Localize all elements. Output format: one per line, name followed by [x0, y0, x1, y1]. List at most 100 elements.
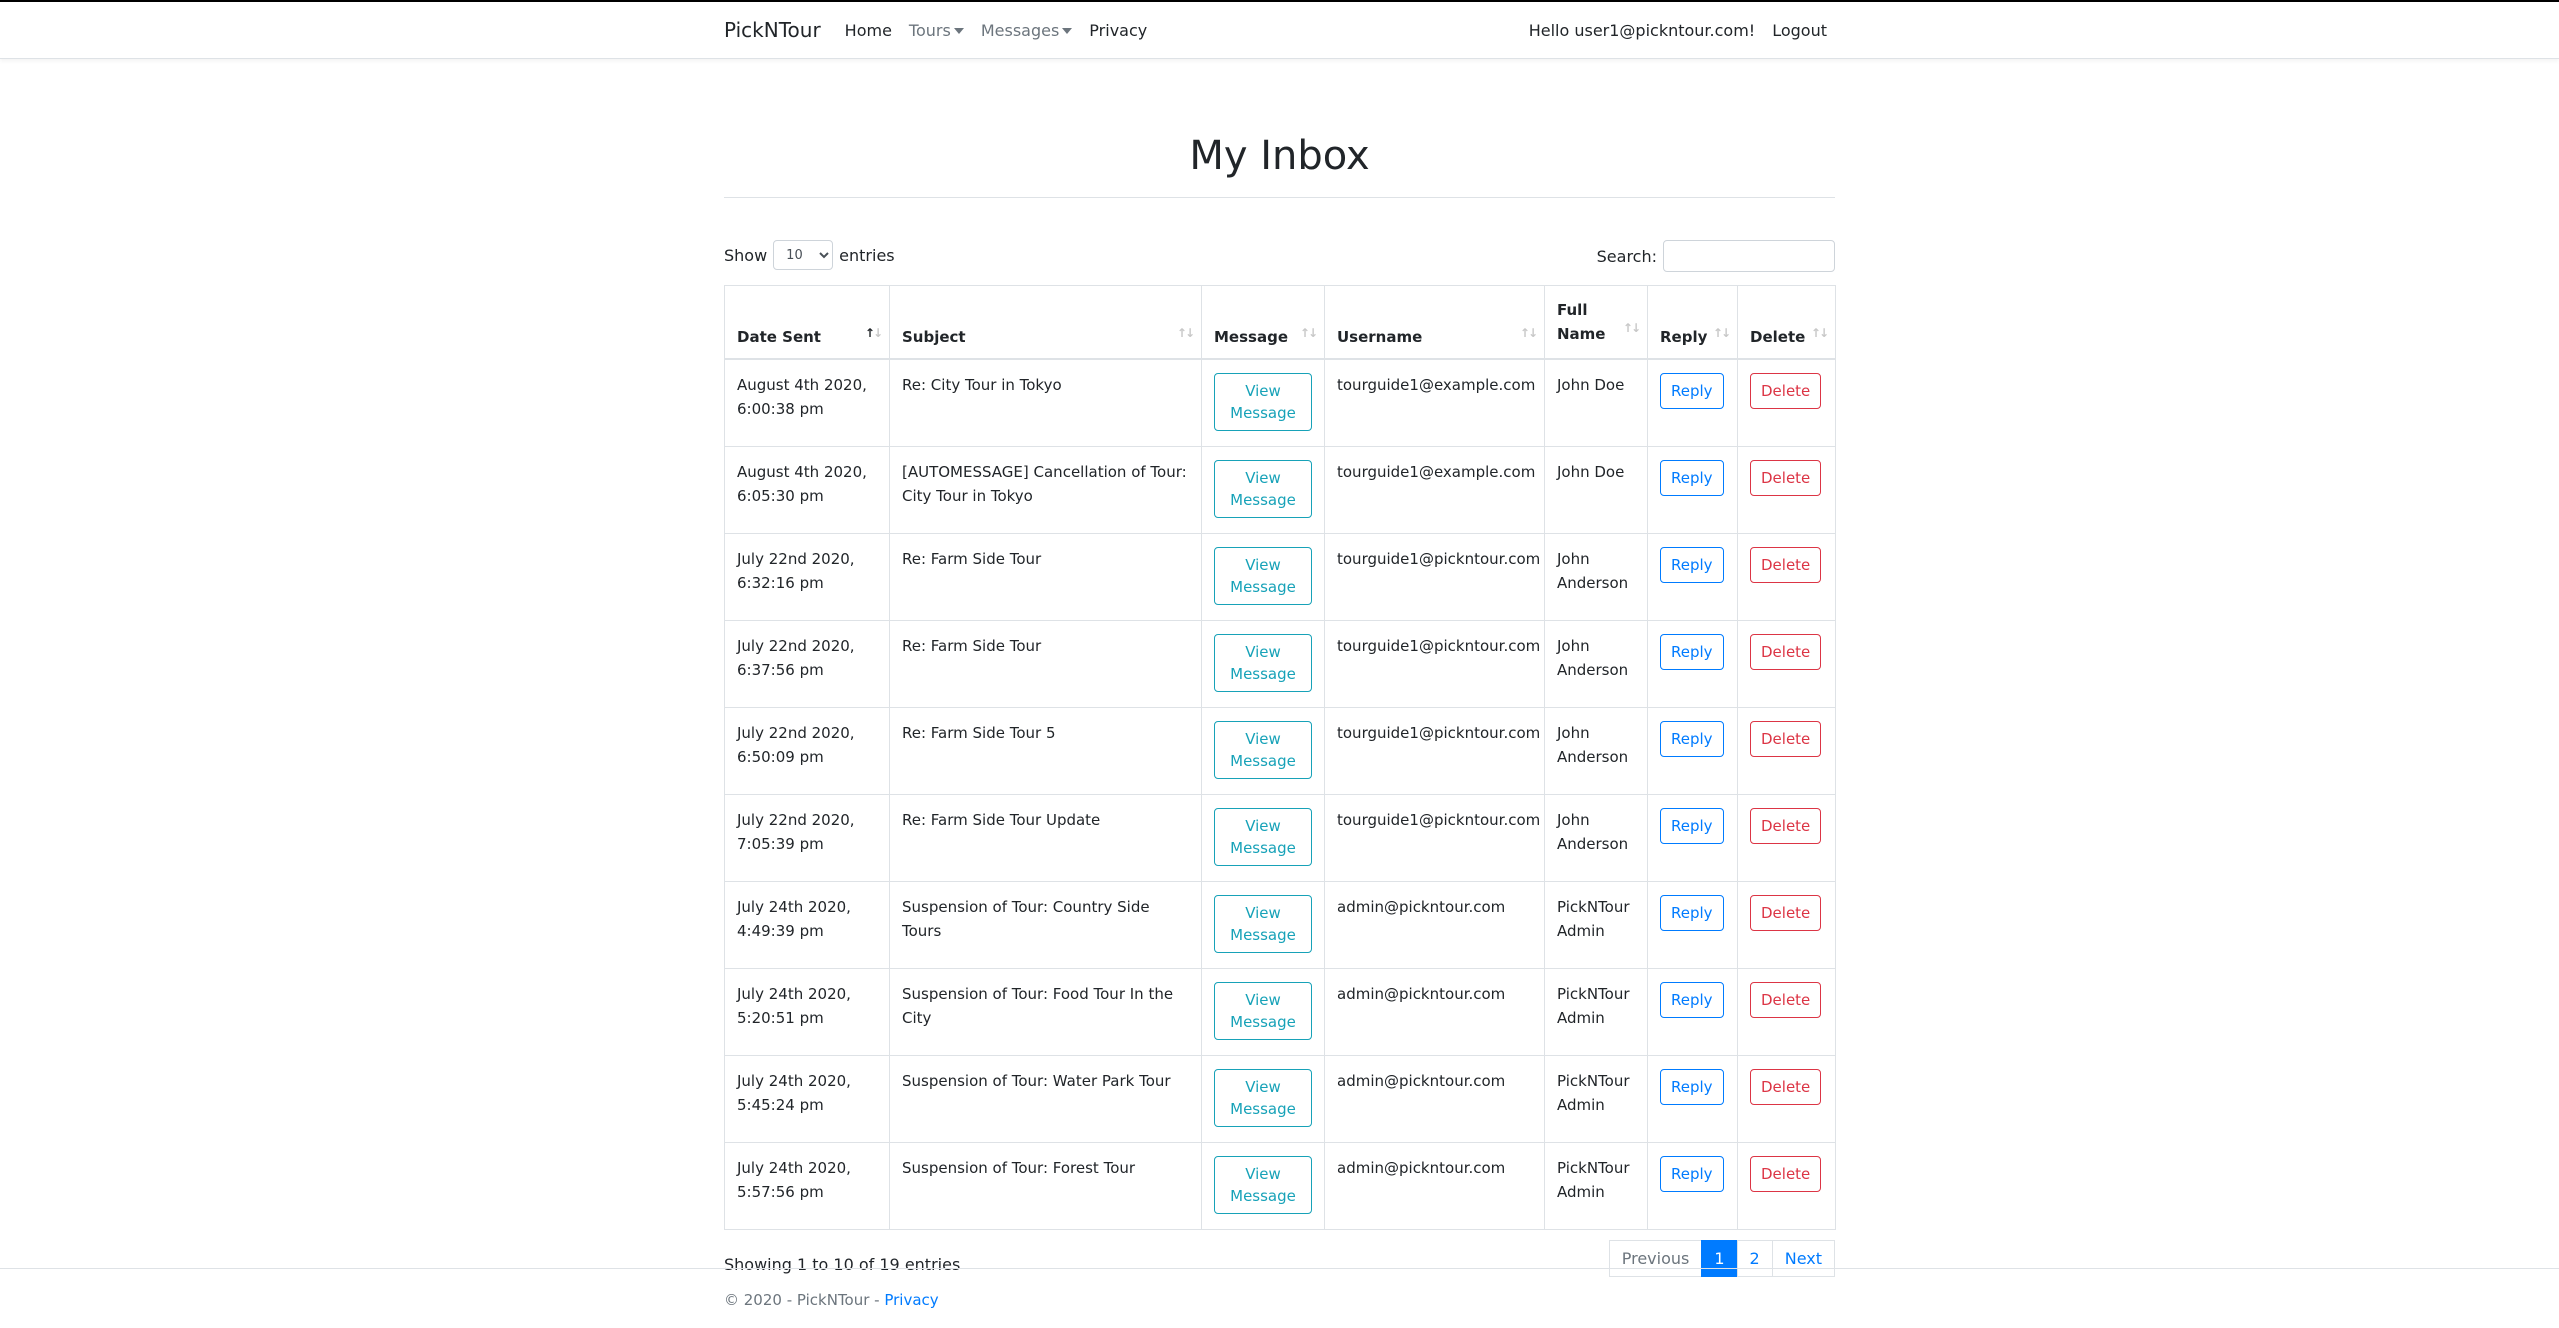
- delete-button[interactable]: Delete: [1750, 808, 1822, 844]
- cell-full-name: PickNTour Admin: [1544, 968, 1648, 1056]
- cell-full-name: John Anderson: [1544, 533, 1648, 621]
- cell-subject: Suspension of Tour: Country Side Tours: [889, 881, 1202, 969]
- title-divider: [724, 197, 1835, 198]
- show-label: Show: [724, 245, 768, 265]
- reply-button[interactable]: Reply: [1660, 634, 1724, 670]
- search-input[interactable]: [1663, 240, 1835, 272]
- col-header-date-sent[interactable]: Date Sent ↑↓: [724, 285, 890, 360]
- reply-button[interactable]: Reply: [1660, 1156, 1724, 1192]
- col-header-delete[interactable]: Delete ↑↓: [1737, 285, 1836, 360]
- reply-button[interactable]: Reply: [1660, 721, 1724, 757]
- footer-text: © 2020 - PickNTour - Privacy: [724, 1291, 939, 1309]
- delete-button[interactable]: Delete: [1750, 1069, 1822, 1105]
- view-message-button[interactable]: View Message: [1214, 1156, 1312, 1214]
- delete-button[interactable]: Delete: [1750, 547, 1822, 583]
- view-message-button[interactable]: View Message: [1214, 460, 1312, 518]
- table-header-row: Date Sent ↑↓ Subject ↑↓ Message ↑↓ Username…: [724, 285, 1836, 360]
- sort-icon: ↑↓: [1810, 326, 1829, 340]
- search-label: Search:: [1596, 246, 1657, 266]
- delete-button[interactable]: Delete: [1750, 721, 1822, 757]
- delete-button[interactable]: Delete: [1750, 460, 1822, 496]
- cell-username: admin@pickntour.com: [1324, 1142, 1545, 1230]
- brand-link[interactable]: PickNTour: [724, 18, 821, 42]
- cell-username: tourguide1@example.com: [1324, 358, 1545, 447]
- reply-button[interactable]: Reply: [1660, 1069, 1724, 1105]
- nav-logout[interactable]: Logout: [1772, 21, 1827, 40]
- cell-message: View Message: [1201, 968, 1325, 1056]
- col-header-message[interactable]: Message ↑↓: [1201, 285, 1325, 360]
- col-header-label: Subject: [902, 328, 966, 346]
- sort-icon: ↑↓: [1176, 326, 1195, 340]
- nav-tours-label: Tours: [908, 20, 951, 40]
- cell-username: admin@pickntour.com: [1324, 881, 1545, 969]
- delete-button[interactable]: Delete: [1750, 373, 1822, 409]
- view-message-button[interactable]: View Message: [1214, 547, 1312, 605]
- cell-reply: Reply: [1647, 358, 1738, 447]
- delete-button[interactable]: Delete: [1750, 634, 1822, 670]
- cell-reply: Reply: [1647, 968, 1738, 1056]
- footer-privacy-link[interactable]: Privacy: [884, 1291, 938, 1309]
- cell-delete: Delete: [1737, 881, 1836, 969]
- view-message-button[interactable]: View Message: [1214, 808, 1312, 866]
- reply-button[interactable]: Reply: [1660, 982, 1724, 1018]
- reply-button[interactable]: Reply: [1660, 808, 1724, 844]
- cell-subject: Re: City Tour in Tokyo: [889, 358, 1202, 447]
- cell-message: View Message: [1201, 446, 1325, 534]
- nav-home[interactable]: Home: [845, 21, 892, 40]
- cell-username: admin@pickntour.com: [1324, 968, 1545, 1056]
- col-header-full-name[interactable]: Full Name ↑↓: [1544, 285, 1648, 360]
- col-header-subject[interactable]: Subject ↑↓: [889, 285, 1202, 360]
- nav-tours-dropdown[interactable]: Tours: [909, 21, 964, 40]
- reply-button[interactable]: Reply: [1660, 373, 1724, 409]
- cell-delete: Delete: [1737, 1055, 1836, 1143]
- cell-delete: Delete: [1737, 620, 1836, 708]
- cell-date-sent: August 4th 2020, 6:00:38 pm: [724, 358, 890, 447]
- view-message-button[interactable]: View Message: [1214, 634, 1312, 692]
- cell-full-name: John Anderson: [1544, 707, 1648, 795]
- view-message-button[interactable]: View Message: [1214, 982, 1312, 1040]
- table-row: August 4th 2020, 6:05:30 pm [AUTOMESSAGE]…: [724, 446, 1836, 534]
- col-header-label: Delete: [1750, 328, 1806, 346]
- view-message-button[interactable]: View Message: [1214, 721, 1312, 779]
- cell-full-name: John Doe: [1544, 446, 1648, 534]
- table-row: July 24th 2020, 4:49:39 pm Suspension of …: [724, 881, 1836, 969]
- caret-down-icon: [1062, 28, 1073, 34]
- cell-full-name: John Doe: [1544, 358, 1648, 447]
- col-header-reply[interactable]: Reply ↑↓: [1647, 285, 1738, 360]
- cell-subject: Suspension of Tour: Water Park Tour: [889, 1055, 1202, 1143]
- delete-button[interactable]: Delete: [1750, 895, 1822, 931]
- nav-messages-dropdown[interactable]: Messages: [980, 20, 1073, 40]
- cell-delete: Delete: [1737, 446, 1836, 534]
- cell-reply: Reply: [1647, 881, 1738, 969]
- caret-down-icon: [953, 28, 964, 34]
- view-message-button[interactable]: View Message: [1214, 895, 1312, 953]
- nav-hello-user[interactable]: Hello user1@pickntour.com!: [1529, 21, 1756, 40]
- nav-privacy[interactable]: Privacy: [1089, 21, 1147, 40]
- cell-subject: Suspension of Tour: Food Tour In the Cit…: [889, 968, 1202, 1056]
- cell-reply: Reply: [1647, 707, 1738, 795]
- col-header-label: Username: [1337, 328, 1423, 346]
- entries-per-page-select[interactable]: 10: [773, 240, 834, 270]
- reply-button[interactable]: Reply: [1660, 547, 1724, 583]
- cell-date-sent: July 22nd 2020, 6:32:16 pm: [724, 533, 890, 621]
- sort-icon: ↑↓: [864, 326, 883, 340]
- reply-button[interactable]: Reply: [1660, 460, 1724, 496]
- view-message-button[interactable]: View Message: [1214, 373, 1312, 431]
- cell-reply: Reply: [1647, 620, 1738, 708]
- cell-full-name: PickNTour Admin: [1544, 1055, 1648, 1143]
- delete-button[interactable]: Delete: [1750, 1156, 1822, 1192]
- delete-button[interactable]: Delete: [1750, 982, 1822, 1018]
- col-header-label: Reply: [1660, 328, 1708, 346]
- reply-button[interactable]: Reply: [1660, 895, 1724, 931]
- nav-messages-label: Messages: [980, 20, 1060, 40]
- cell-full-name: John Anderson: [1544, 794, 1648, 882]
- sort-icon: ↑↓: [1712, 326, 1731, 340]
- col-header-label: Message: [1214, 328, 1288, 346]
- navbar: PickNTour Home Tours Messages Privacy He…: [0, 2, 2559, 59]
- cell-username: tourguide1@example.com: [1324, 446, 1545, 534]
- table-row: July 22nd 2020, 6:50:09 pm Re: Farm Side …: [724, 707, 1836, 795]
- cell-message: View Message: [1201, 1142, 1325, 1230]
- col-header-username[interactable]: Username ↑↓: [1324, 285, 1545, 360]
- cell-subject: Re: Farm Side Tour: [889, 620, 1202, 708]
- view-message-button[interactable]: View Message: [1214, 1069, 1312, 1127]
